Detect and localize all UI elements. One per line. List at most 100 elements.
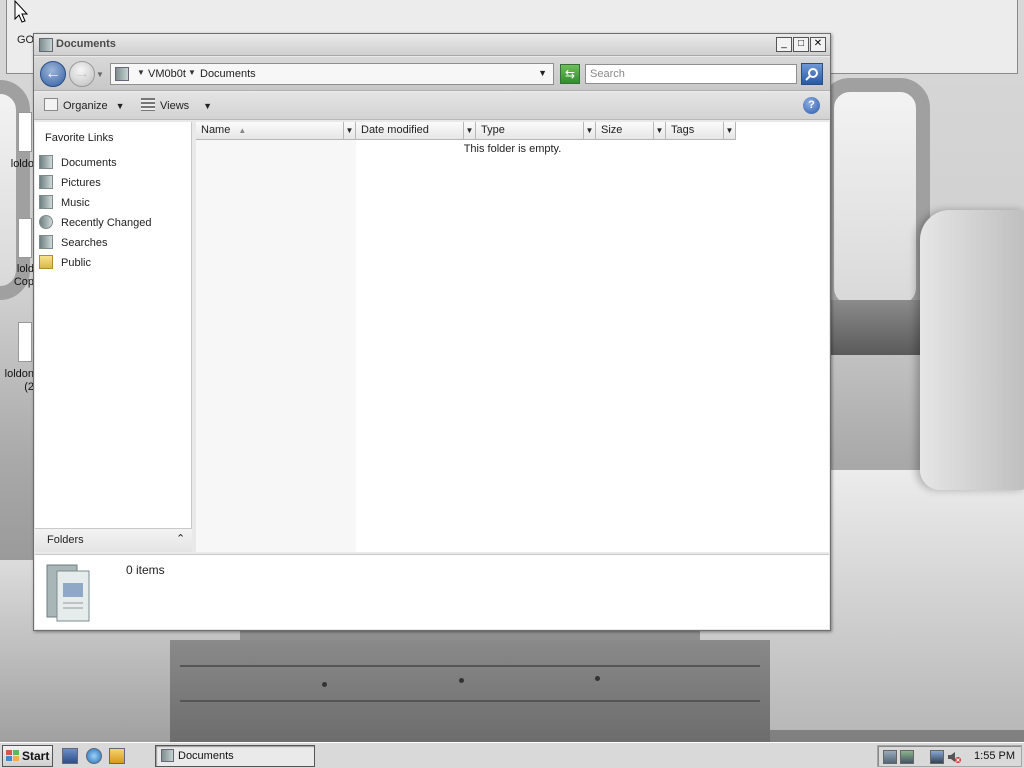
views-icon	[141, 98, 155, 111]
navigation-pane: Favorite Links Documents Pictures Music …	[35, 122, 192, 552]
forward-button[interactable]: →	[69, 61, 95, 87]
column-filter-dropdown[interactable]: ▼	[463, 122, 475, 139]
minimize-button[interactable]: _	[776, 37, 792, 52]
folder-icon	[115, 67, 129, 81]
background-app-text: GO	[17, 34, 35, 46]
recently-changed-icon	[39, 215, 53, 229]
organize-button[interactable]: Organize ▼	[44, 98, 125, 112]
desktop-icon-label: lold Cop	[13, 263, 34, 288]
background-bolt	[595, 676, 600, 681]
column-header-tags[interactable]: Tags ▼	[666, 122, 736, 140]
back-button[interactable]: ←	[40, 61, 66, 87]
views-button[interactable]: Views ▼	[141, 98, 212, 112]
taskbar-button-label: Documents	[178, 750, 234, 762]
background-bolt	[459, 678, 464, 683]
explorer-window[interactable]: Documents _ □ ✕ ← → ▼ ▼ VM0b0t ▼ Documen…	[33, 33, 831, 631]
folders-label: Folders	[47, 534, 84, 546]
nav-item-recently-changed[interactable]: Recently Changed	[39, 215, 152, 231]
chevron-down-icon: ▼	[203, 101, 213, 111]
refresh-button[interactable]: ⇆	[560, 64, 580, 84]
breadcrumb-arrow-icon[interactable]: ▼	[137, 68, 145, 77]
nav-item-pictures[interactable]: Pictures	[39, 175, 101, 191]
breadcrumb-arrow-icon[interactable]: ▼	[188, 68, 196, 77]
taskbar-button-documents[interactable]: Documents	[155, 745, 315, 767]
mouse-cursor-icon	[14, 0, 29, 23]
nav-item-public[interactable]: Public	[39, 255, 91, 271]
desktop-icon-label: loldo	[10, 158, 34, 170]
searches-icon	[39, 235, 53, 249]
maximize-button[interactable]: □	[793, 37, 809, 52]
document-file-icon	[18, 112, 32, 152]
background-floor-line	[180, 665, 760, 667]
windows-logo-icon	[6, 750, 19, 761]
start-button[interactable]: Start	[2, 745, 53, 767]
column-header-label: Name	[201, 124, 231, 136]
file-list[interactable]: Name ▲ ▼ Date modified ▼ Type ▼ Size ▼ Ta…	[196, 122, 829, 552]
internet-explorer-icon[interactable]	[86, 748, 102, 764]
item-count: 0 items	[126, 563, 165, 577]
breadcrumb-segment[interactable]: VM0b0t	[148, 68, 186, 80]
tray-app-icon[interactable]	[900, 750, 914, 764]
close-button[interactable]: ✕	[810, 37, 826, 52]
column-header-date-modified[interactable]: Date modified ▼	[356, 122, 476, 140]
background-train-window	[820, 78, 930, 318]
desktop-icon[interactable]: loldon (2	[0, 322, 36, 396]
nav-item-label: Music	[61, 197, 90, 209]
documents-icon	[39, 155, 53, 169]
tray-app-icon[interactable]	[883, 750, 897, 764]
desktop-icon[interactable]: loldo	[0, 112, 36, 172]
document-file-icon	[18, 218, 32, 258]
column-header-label: Type	[481, 124, 505, 136]
recent-pages-dropdown[interactable]: ▼	[96, 70, 104, 79]
column-header-label: Date modified	[361, 124, 429, 136]
background-floor	[170, 640, 770, 742]
chevron-down-icon: ▼	[115, 101, 125, 111]
nav-item-music[interactable]: Music	[39, 195, 90, 211]
favorite-links-heading: Favorite Links	[45, 132, 114, 144]
sort-ascending-icon: ▲	[238, 126, 247, 135]
background-bolt	[322, 682, 327, 687]
nav-item-label: Documents	[61, 157, 117, 169]
chevron-up-icon: ⌃	[176, 533, 186, 545]
show-desktop-icon[interactable]	[62, 748, 78, 764]
help-button[interactable]: ?	[803, 97, 820, 114]
details-pane: 0 items	[35, 554, 829, 629]
breadcrumb-segment[interactable]: Documents	[200, 68, 256, 80]
address-history-dropdown[interactable]: ▼	[538, 68, 547, 78]
search-input[interactable]: Search	[585, 64, 797, 84]
command-bar: Organize ▼ Views ▼ ?	[34, 92, 830, 120]
address-bar[interactable]: ▼ VM0b0t ▼ Documents ▼	[110, 63, 554, 85]
name-column-highlight	[196, 140, 356, 552]
desktop-icon-label: loldon (2	[4, 368, 34, 393]
column-filter-dropdown[interactable]: ▼	[583, 122, 595, 139]
taskbar: Start Documents 1:55 PM	[0, 742, 1024, 768]
address-bar-row: ← → ▼ ▼ VM0b0t ▼ Documents ▼ ⇆ Search	[34, 57, 830, 91]
nav-item-documents[interactable]: Documents	[39, 155, 117, 171]
pictures-icon	[39, 175, 53, 189]
nav-item-label: Pictures	[61, 177, 101, 189]
volume-muted-icon[interactable]	[947, 750, 961, 764]
column-filter-dropdown[interactable]: ▼	[653, 122, 665, 139]
column-header-label: Size	[601, 124, 623, 136]
nav-item-searches[interactable]: Searches	[39, 235, 107, 251]
column-filter-dropdown[interactable]: ▼	[343, 122, 355, 139]
folders-toggle[interactable]: Folders ⌃	[35, 528, 192, 552]
column-header-type[interactable]: Type ▼	[476, 122, 596, 140]
title-bar[interactable]: Documents _ □ ✕	[34, 34, 830, 56]
column-header-size[interactable]: Size ▼	[596, 122, 666, 140]
desktop-icon[interactable]: lold Cop	[0, 218, 36, 290]
nav-item-label: Public	[61, 257, 91, 269]
folder-icon	[39, 255, 53, 269]
system-tray: 1:55 PM	[877, 745, 1022, 767]
start-label: Start	[22, 749, 50, 763]
search-icon	[805, 68, 818, 81]
nav-item-label: Searches	[61, 237, 108, 249]
network-icon[interactable]	[930, 750, 944, 764]
organize-label: Organize	[63, 100, 108, 112]
search-button[interactable]	[801, 63, 823, 85]
column-header-name[interactable]: Name ▲ ▼	[196, 122, 356, 140]
clock[interactable]: 1:55 PM	[974, 750, 1015, 762]
media-player-icon[interactable]	[109, 748, 125, 764]
music-icon	[39, 195, 53, 209]
column-filter-dropdown[interactable]: ▼	[723, 122, 735, 139]
